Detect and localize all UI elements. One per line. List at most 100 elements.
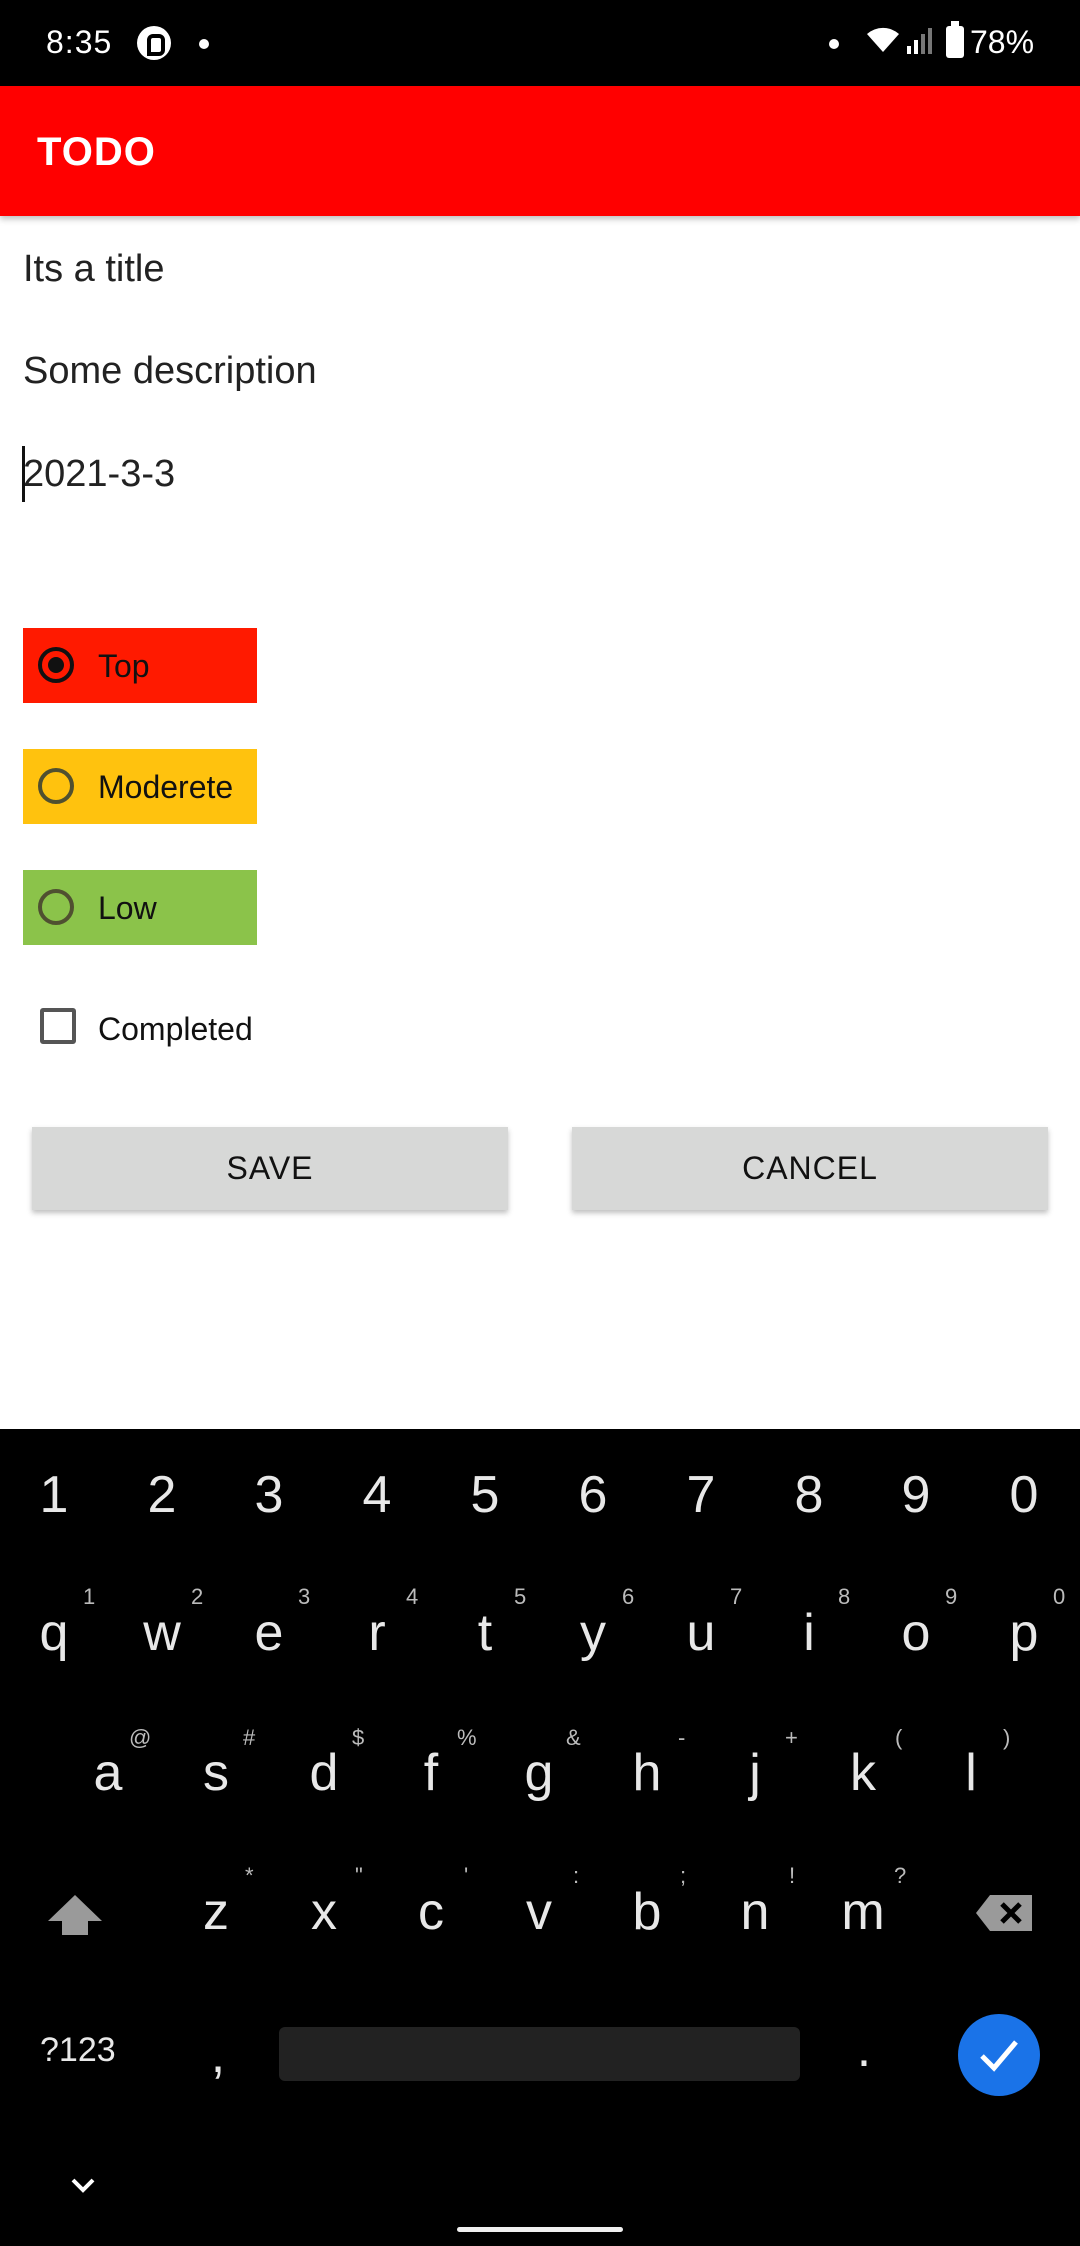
key-hint: 1 — [83, 1584, 96, 1609]
key-hint: 3 — [298, 1584, 311, 1609]
key-comma[interactable]: , — [208, 2025, 228, 2085]
key-4[interactable]: 4 — [354, 1465, 400, 1525]
key-u[interactable]: u — [678, 1603, 724, 1663]
key-hint: 8 — [838, 1584, 851, 1609]
key-x[interactable]: x — [301, 1882, 347, 1942]
key-hint: + — [785, 1725, 798, 1750]
key-f[interactable]: f — [408, 1743, 454, 1803]
key-hint: # — [243, 1725, 256, 1750]
key-hint: ' — [464, 1863, 469, 1888]
key-n[interactable]: n — [732, 1882, 778, 1942]
backspace-icon[interactable] — [974, 1893, 1034, 1933]
status-time: 8:35 — [46, 24, 113, 60]
key-m[interactable]: m — [840, 1882, 886, 1942]
title-input[interactable] — [23, 248, 1023, 291]
key-hint: % — [457, 1725, 477, 1750]
key-6[interactable]: 6 — [570, 1465, 616, 1525]
radio-unselected-icon[interactable] — [38, 889, 74, 925]
priority-top-option[interactable]: Top — [23, 628, 257, 703]
date-input[interactable] — [23, 453, 1023, 496]
key-hint: 6 — [622, 1584, 635, 1609]
priority-moderate-label: Moderete — [98, 769, 234, 805]
key-period[interactable]: . — [854, 2019, 874, 2079]
spacebar[interactable] — [279, 2027, 800, 2081]
key-d[interactable]: d — [301, 1743, 347, 1803]
completed-checkbox[interactable] — [40, 1008, 76, 1044]
key-hint: & — [566, 1725, 581, 1750]
key-2[interactable]: 2 — [139, 1465, 185, 1525]
key-b[interactable]: b — [624, 1882, 670, 1942]
shift-icon[interactable] — [46, 1893, 104, 1937]
radio-unselected-icon[interactable] — [38, 768, 74, 804]
key-g[interactable]: g — [516, 1743, 562, 1803]
key-3[interactable]: 3 — [246, 1465, 292, 1525]
key-p[interactable]: p — [1001, 1603, 1047, 1663]
status-bar: 8:35 78% — [0, 0, 1080, 86]
key-hint: 7 — [730, 1584, 743, 1609]
app-title: TODO — [37, 130, 156, 174]
key-0[interactable]: 0 — [1001, 1465, 1047, 1525]
priority-top-label: Top — [98, 648, 150, 684]
key-5[interactable]: 5 — [462, 1465, 508, 1525]
priority-moderate-option[interactable]: Moderete — [23, 749, 257, 824]
checkmark-icon — [980, 2040, 1018, 2072]
key-q[interactable]: q — [31, 1603, 77, 1663]
key-y[interactable]: y — [570, 1603, 616, 1663]
key-hint: : — [573, 1863, 580, 1888]
cancel-button[interactable]: CANCEL — [572, 1127, 1048, 1210]
soft-keyboard: 1 2 3 4 5 6 7 8 9 0 q 1 w 2 e 3 r 4 t 5 … — [0, 1429, 1080, 2246]
key-hint: ? — [894, 1863, 907, 1888]
pocket-casts-icon — [137, 26, 171, 60]
save-button[interactable]: SAVE — [32, 1127, 508, 1210]
key-j[interactable]: j — [732, 1743, 778, 1803]
key-hint: " — [355, 1863, 363, 1888]
signal-icon — [907, 28, 932, 54]
key-hint: $ — [352, 1725, 365, 1750]
key-c[interactable]: c — [408, 1882, 454, 1942]
key-e[interactable]: e — [246, 1603, 292, 1663]
key-1[interactable]: 1 — [31, 1465, 77, 1525]
description-input[interactable] — [23, 350, 1023, 393]
key-8[interactable]: 8 — [786, 1465, 832, 1525]
key-v[interactable]: v — [516, 1882, 562, 1942]
key-9[interactable]: 9 — [893, 1465, 939, 1525]
key-hint: ! — [789, 1863, 796, 1888]
battery-percent: 78% — [970, 24, 1035, 60]
priority-low-label: Low — [98, 890, 157, 926]
notification-dot-icon — [829, 39, 839, 49]
symbols-key[interactable]: ?123 — [40, 2031, 116, 2070]
radio-selected-icon[interactable] — [38, 647, 74, 683]
key-w[interactable]: w — [139, 1603, 185, 1663]
text-cursor — [22, 446, 25, 502]
completed-label[interactable]: Completed — [98, 1011, 253, 1048]
key-a[interactable]: a — [85, 1743, 131, 1803]
key-hint: ) — [1003, 1725, 1011, 1750]
key-hint: 0 — [1053, 1584, 1066, 1609]
key-hint: 4 — [406, 1584, 419, 1609]
notification-dot-icon — [199, 39, 209, 49]
wifi-icon — [867, 27, 899, 52]
app-bar: TODO — [0, 86, 1080, 216]
key-hint: @ — [129, 1725, 152, 1750]
gesture-nav-handle[interactable] — [457, 2227, 623, 2232]
key-s[interactable]: s — [193, 1743, 239, 1803]
key-k[interactable]: k — [840, 1743, 886, 1803]
battery-icon — [946, 21, 964, 58]
key-h[interactable]: h — [624, 1743, 670, 1803]
key-hint: ; — [680, 1863, 687, 1888]
key-t[interactable]: t — [462, 1603, 508, 1663]
key-hint: - — [678, 1725, 686, 1750]
hide-keyboard-chevron-down-icon[interactable] — [70, 2177, 96, 2193]
key-i[interactable]: i — [786, 1603, 832, 1663]
key-hint: ( — [895, 1725, 903, 1750]
key-o[interactable]: o — [893, 1603, 939, 1663]
key-7[interactable]: 7 — [678, 1465, 724, 1525]
key-hint: 5 — [514, 1584, 527, 1609]
key-z[interactable]: z — [193, 1882, 239, 1942]
key-r[interactable]: r — [354, 1603, 400, 1663]
key-hint: 9 — [945, 1584, 958, 1609]
done-key[interactable] — [958, 2014, 1040, 2096]
priority-low-option[interactable]: Low — [23, 870, 257, 945]
key-hint: 2 — [191, 1584, 204, 1609]
key-l[interactable]: l — [948, 1743, 994, 1803]
